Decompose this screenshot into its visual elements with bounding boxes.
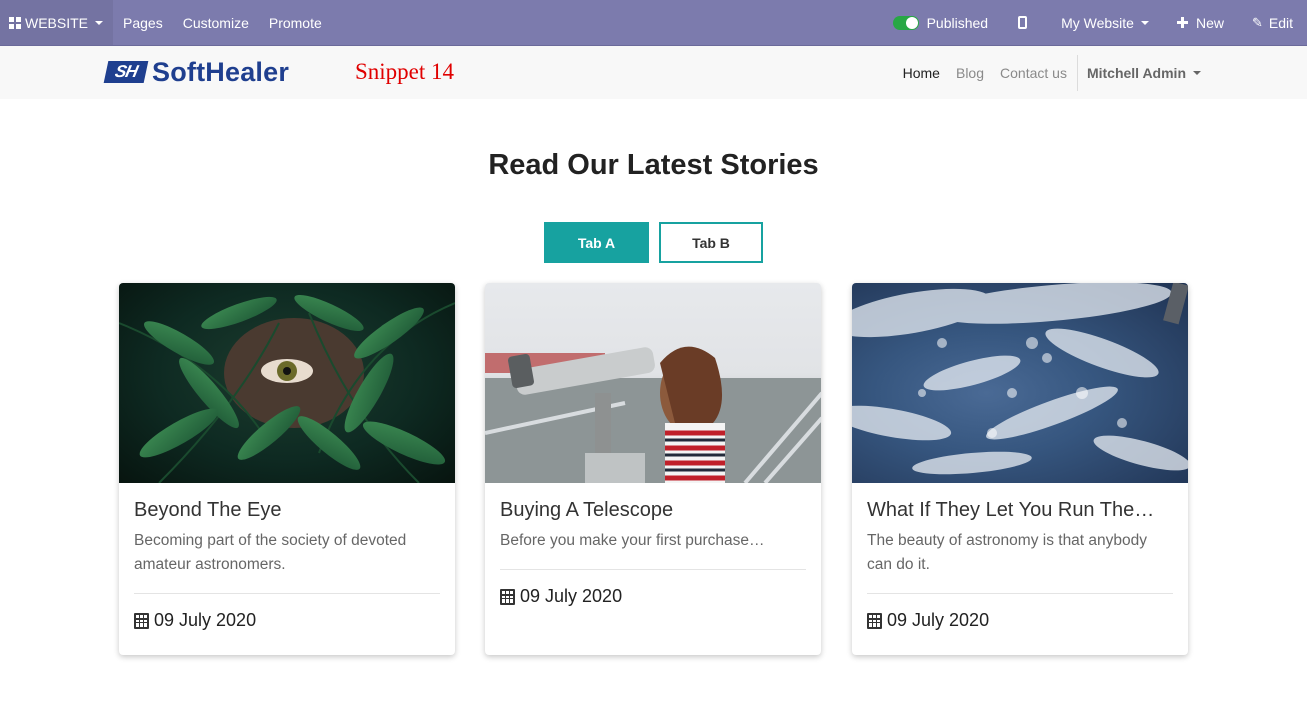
card-description: Before you make your first purchase… — [500, 532, 765, 549]
new-label: New — [1195, 14, 1224, 31]
card-image-telescope[interactable] — [485, 283, 821, 483]
my-website-menu[interactable]: My Website — [1051, 0, 1167, 45]
card-date: 09 July 2020 — [867, 610, 1173, 631]
website-admin-bar: WEBSITE Pages Customize Promote Publishe… — [0, 0, 1307, 46]
logo-mark: SH — [103, 61, 149, 83]
card-title[interactable]: Buying A Telescope — [500, 497, 806, 523]
card-image-earth[interactable] — [852, 283, 1188, 483]
card-date-text: 09 July 2020 — [154, 610, 257, 630]
publish-toggle[interactable]: Published — [883, 0, 1003, 45]
story-tabs: Tab A Tab B — [544, 222, 763, 263]
blog-card[interactable]: Buying A Telescope Before you make your … — [485, 283, 821, 655]
pencil-icon: ✎ — [1251, 14, 1263, 30]
chevron-down-icon — [95, 20, 104, 25]
website-menu[interactable]: WEBSITE — [0, 0, 114, 45]
logo-text: SoftHealer — [152, 56, 290, 87]
card-description: Becoming part of the society of devoted … — [134, 532, 407, 573]
calendar-icon — [134, 612, 149, 629]
user-menu[interactable]: Mitchell Admin — [1078, 65, 1201, 81]
blog-card[interactable]: What If They Let You Run The… The beauty… — [852, 283, 1188, 655]
card-image-fern-eye[interactable] — [119, 283, 455, 483]
card-date: 09 July 2020 — [134, 610, 440, 631]
softhealer-logo[interactable]: SH SoftHealer — [103, 56, 290, 87]
card-divider — [500, 569, 806, 570]
snippet-label: Snippet 14 — [355, 59, 455, 84]
website-menu-label: WEBSITE — [25, 14, 89, 31]
nav-home[interactable]: Home — [895, 65, 948, 81]
edit-label: Edit — [1268, 14, 1293, 31]
promote-menu[interactable]: Promote — [259, 0, 332, 45]
new-button[interactable]: New — [1167, 0, 1242, 45]
edit-button[interactable]: ✎ Edit — [1242, 0, 1307, 45]
card-date: 09 July 2020 — [500, 586, 806, 607]
card-title[interactable]: Beyond The Eye — [134, 497, 440, 523]
chevron-down-icon — [1193, 70, 1201, 75]
section-heading: Read Our Latest Stories — [488, 149, 819, 181]
card-description: The beauty of astronomy is that anybody … — [867, 532, 1148, 573]
blog-card[interactable]: Beyond The Eye Becoming part of the soci… — [119, 283, 455, 655]
card-date-text: 09 July 2020 — [887, 610, 990, 630]
customize-menu[interactable]: Customize — [173, 0, 259, 45]
site-header: SH SoftHealer Snippet 14 Home Blog Conta… — [0, 46, 1307, 99]
plus-icon — [1176, 17, 1188, 28]
card-divider — [867, 593, 1173, 594]
calendar-icon — [500, 588, 515, 605]
card-date-text: 09 July 2020 — [520, 586, 623, 606]
main-navigation: Home Blog Contact us Mitchell Admin — [895, 46, 1201, 99]
chevron-down-icon — [1140, 20, 1149, 25]
mobile-icon — [1018, 16, 1028, 29]
nav-blog[interactable]: Blog — [948, 65, 992, 81]
apps-grid-icon — [9, 16, 21, 29]
nav-contact-us[interactable]: Contact us — [992, 65, 1075, 81]
mobile-preview-button[interactable] — [1002, 0, 1051, 45]
my-website-label: My Website — [1061, 14, 1134, 31]
tab-a[interactable]: Tab A — [544, 222, 649, 263]
calendar-icon — [867, 612, 882, 629]
toggle-switch-icon — [892, 15, 919, 30]
pages-menu[interactable]: Pages — [113, 0, 173, 45]
tab-b[interactable]: Tab B — [659, 222, 763, 263]
card-divider — [134, 593, 440, 594]
user-name: Mitchell Admin — [1086, 64, 1186, 81]
card-title[interactable]: What If They Let You Run The… — [867, 497, 1173, 523]
published-label: Published — [926, 14, 989, 31]
